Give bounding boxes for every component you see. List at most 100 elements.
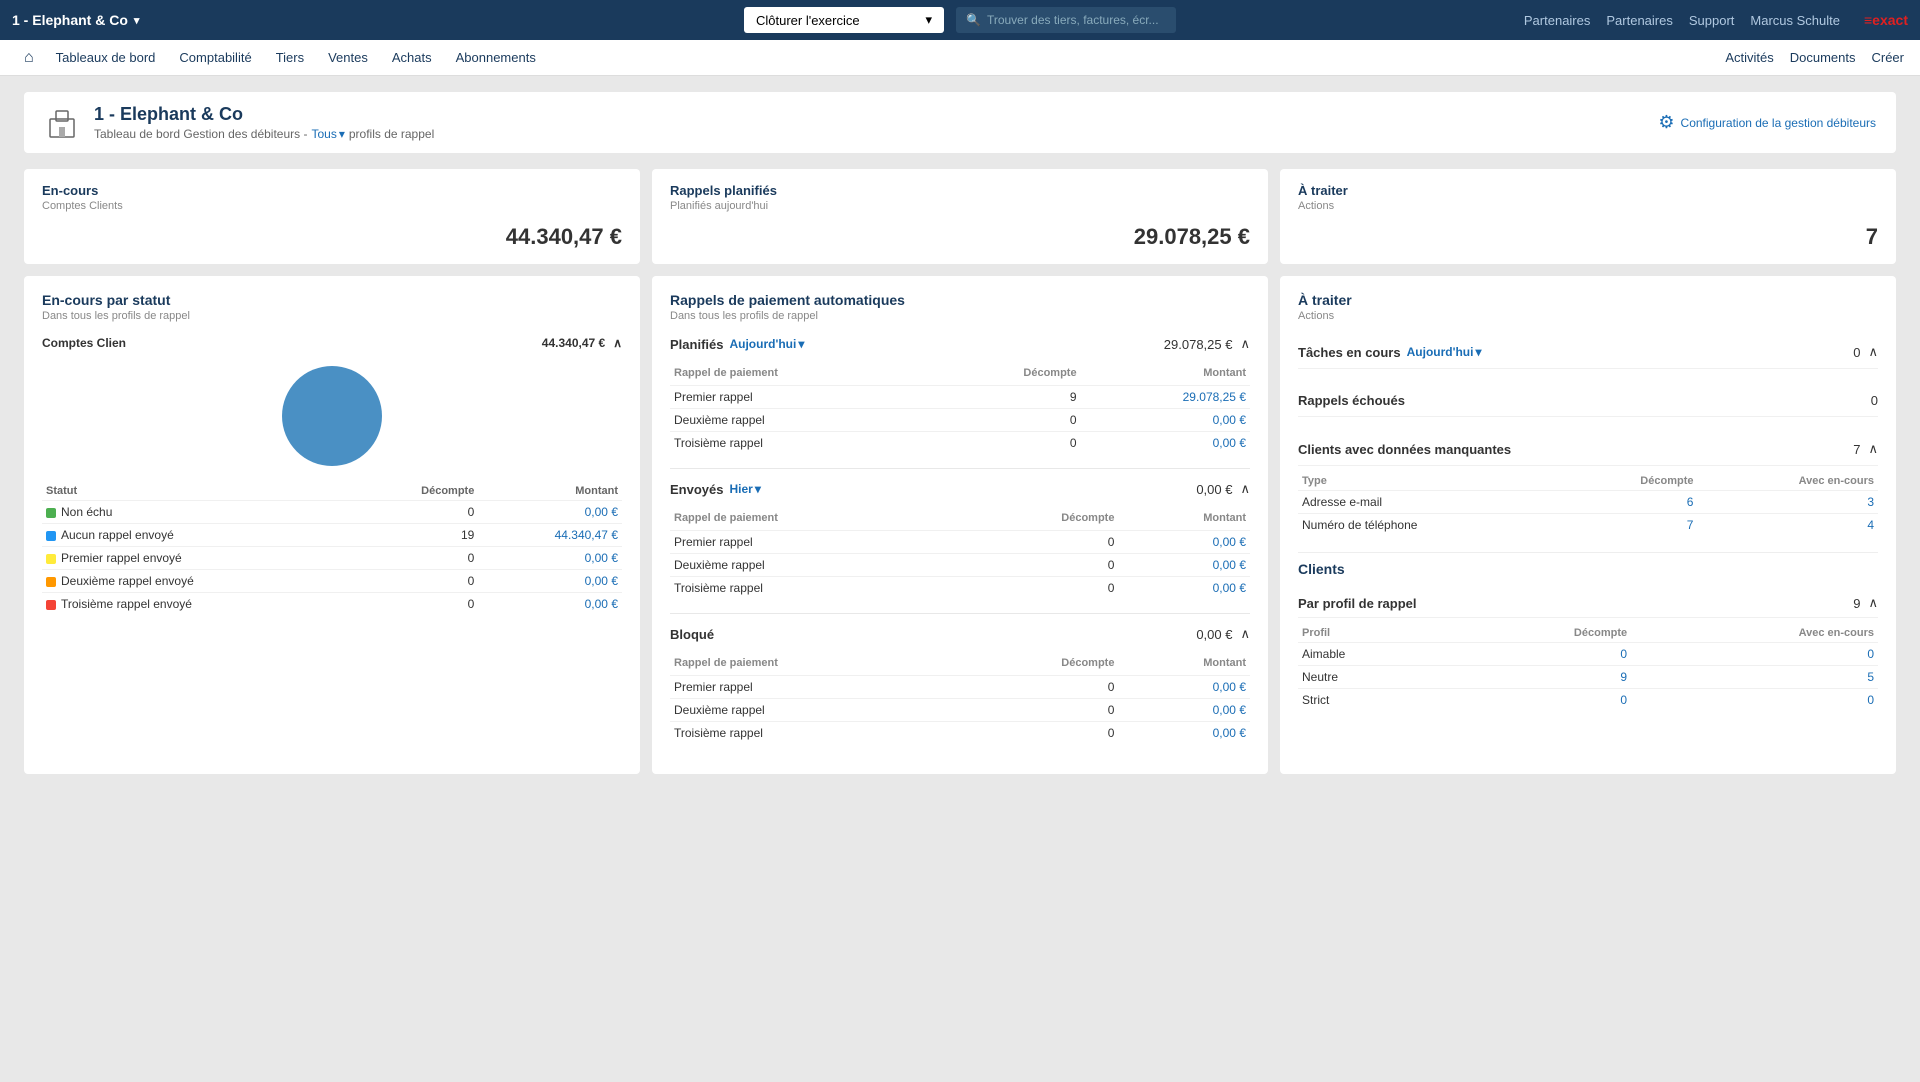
envoyes-date[interactable]: Hier ▾ <box>729 482 760 496</box>
pie-chart <box>282 366 382 466</box>
page-title: 1 - Elephant & Co <box>94 104 434 125</box>
table-row: Adresse e-mail 6 3 <box>1298 491 1878 514</box>
statut-decompte: 0 <box>355 593 478 616</box>
nav-achats[interactable]: Achats <box>382 42 442 73</box>
home-icon[interactable]: ⌂ <box>16 45 42 71</box>
profil-decompte[interactable]: 9 <box>1450 666 1631 689</box>
rappels-envoyes-section: Envoyés Hier ▾ 0,00 € ∧ Rappel de <box>670 481 1250 599</box>
table-row: Troisième rappel 0 0,00 € <box>670 577 1250 600</box>
user-name[interactable]: Marcus Schulte <box>1750 13 1840 28</box>
planifies-date[interactable]: Aujourd'hui ▾ <box>729 337 804 351</box>
nav-comptabilite[interactable]: Comptabilité <box>169 42 261 73</box>
nav-bar: ⌂ Tableaux de bord Comptabilité Tiers Ve… <box>0 40 1920 76</box>
table-row: Strict 0 0 <box>1298 689 1878 712</box>
statut-montant[interactable]: 44.340,47 € <box>478 524 622 547</box>
rappels-planifies-section: Planifiés Aujourd'hui ▾ 29.078,25 € ∧ <box>670 336 1250 454</box>
profil-decompte[interactable]: 0 <box>1450 643 1631 666</box>
statut-montant[interactable]: 0,00 € <box>478 501 622 524</box>
chart-container <box>42 366 622 466</box>
rappel-montant[interactable]: 0,00 € <box>1118 577 1250 600</box>
close-exercise-button[interactable]: Clôturer l'exercice ▾ <box>744 7 944 33</box>
config-label: Configuration de la gestion débiteurs <box>1681 116 1876 130</box>
statut-montant[interactable]: 0,00 € <box>478 547 622 570</box>
profil-avec[interactable]: 0 <box>1631 643 1878 666</box>
summary-a-traiter: À traiter Actions 7 <box>1280 169 1896 264</box>
panels-row: En-cours par statut Dans tous les profil… <box>24 276 1896 774</box>
documents-link[interactable]: Documents <box>1790 50 1856 65</box>
rappel-montant[interactable]: 0,00 € <box>1118 722 1250 745</box>
rappel-decompte: 0 <box>960 531 1119 554</box>
statut-montant[interactable]: 0,00 € <box>478 593 622 616</box>
table-row: Premier rappel 0 0,00 € <box>670 676 1250 699</box>
type-decompte[interactable]: 6 <box>1565 491 1697 514</box>
partenaires-menu[interactable]: Partenaires <box>1524 13 1590 28</box>
table-row: Troisième rappel 0 0,00 € <box>670 722 1250 745</box>
rappel-label: Premier rappel <box>670 386 935 409</box>
rappel-montant[interactable]: 0,00 € <box>1118 699 1250 722</box>
table-row: Troisième rappel envoyé 0 0,00 € <box>42 593 622 616</box>
rappel-montant[interactable]: 0,00 € <box>1118 531 1250 554</box>
support-link[interactable]: Support <box>1689 13 1735 28</box>
breadcrumb-base: Tableau de bord Gestion des débiteurs - <box>94 127 307 141</box>
planifies-header: Planifiés Aujourd'hui ▾ 29.078,25 € ∧ <box>670 336 1250 356</box>
close-exercise-area: Clôturer l'exercice ▾ 🔍 Trouver des tier… <box>649 7 1270 33</box>
rappels-planifies-title: Rappels planifiés <box>670 183 1250 198</box>
status-color-dot <box>46 600 56 610</box>
rappel-decompte: 0 <box>935 432 1080 455</box>
nav-abonnements[interactable]: Abonnements <box>446 42 546 73</box>
close-exercise-arrow: ▾ <box>925 12 932 28</box>
taches-section: Tâches en cours Aujourd'hui ▾ 0 ∧ <box>1298 336 1878 369</box>
clients-manquants-section: Clients avec données manquantes 7 ∧ Type… <box>1298 433 1878 536</box>
creer-link[interactable]: Créer <box>1871 50 1904 65</box>
taches-count: 0 <box>1853 345 1860 360</box>
nav-ventes[interactable]: Ventes <box>318 42 378 73</box>
rappel-montant[interactable]: 0,00 € <box>1118 676 1250 699</box>
partenaires-label[interactable]: Partenaires <box>1606 13 1672 28</box>
en-cours-amount: 44.340,47 € <box>42 224 622 250</box>
page-title-area: 1 - Elephant & Co Tableau de bord Gestio… <box>94 104 434 141</box>
taches-date[interactable]: Aujourd'hui ▾ <box>1407 345 1482 359</box>
tous-arrow: ▾ <box>339 127 345 141</box>
comptes-label: Comptes Clien <box>42 336 126 350</box>
nav-tiers[interactable]: Tiers <box>266 42 314 73</box>
top-bar: 1 - Elephant & Co ▾ Clôturer l'exercice … <box>0 0 1920 40</box>
rappel-label: Deuxième rappel <box>670 699 960 722</box>
rappel-montant[interactable]: 29.078,25 € <box>1081 386 1250 409</box>
planifies-chevron: ∧ <box>1240 336 1250 352</box>
rappel-montant[interactable]: 0,00 € <box>1081 432 1250 455</box>
profil-decompte[interactable]: 0 <box>1450 689 1631 712</box>
envoyes-title: Envoyés Hier ▾ <box>670 482 761 497</box>
table-row: Premier rappel envoyé 0 0,00 € <box>42 547 622 570</box>
type-avec[interactable]: 3 <box>1697 491 1878 514</box>
statut-montant[interactable]: 0,00 € <box>478 570 622 593</box>
envoyes-total: 0,00 € <box>1196 482 1232 497</box>
global-search[interactable]: 🔍 Trouver des tiers, factures, écr... <box>956 7 1176 33</box>
rappels-planifies-amount: 29.078,25 € <box>670 224 1250 250</box>
comptes-amount: 44.340,47 € <box>542 336 605 350</box>
search-placeholder: Trouver des tiers, factures, écr... <box>987 13 1159 27</box>
table-row: Deuxième rappel 0 0,00 € <box>670 409 1250 432</box>
company-selector[interactable]: 1 - Elephant & Co ▾ <box>12 12 633 28</box>
config-link[interactable]: ⚙ Configuration de la gestion débiteurs <box>1658 112 1876 133</box>
par-profil-chevron: ∧ <box>1868 595 1878 611</box>
type-avec[interactable]: 4 <box>1697 514 1878 537</box>
profil-avec[interactable]: 5 <box>1631 666 1878 689</box>
nav-tableaux[interactable]: Tableaux de bord <box>46 42 166 73</box>
chevron-up-icon: ∧ <box>613 336 622 350</box>
tous-dropdown[interactable]: Tous ▾ <box>311 127 344 141</box>
profil-avec[interactable]: 0 <box>1631 689 1878 712</box>
rappels-echoues-section: Rappels échoués 0 <box>1298 385 1878 417</box>
top-bar-right: Partenaires Partenaires Support Marcus S… <box>1287 12 1908 28</box>
rappels-echoues-count: 0 <box>1871 393 1878 408</box>
type-decompte[interactable]: 7 <box>1565 514 1697 537</box>
rappel-montant[interactable]: 0,00 € <box>1081 409 1250 432</box>
tous-label: Tous <box>311 127 336 141</box>
rappel-label: Deuxième rappel <box>670 409 935 432</box>
rappels-bloque-section: Bloqué 0,00 € ∧ Rappel de paiement Décom… <box>670 626 1250 744</box>
activites-link[interactable]: Activités <box>1725 50 1773 65</box>
col-decompte: Décompte <box>355 482 478 501</box>
bloque-title: Bloqué <box>670 627 714 642</box>
rappel-montant[interactable]: 0,00 € <box>1118 554 1250 577</box>
table-row: Neutre 9 5 <box>1298 666 1878 689</box>
nav-bar-right: Activités Documents Créer <box>1725 50 1904 65</box>
